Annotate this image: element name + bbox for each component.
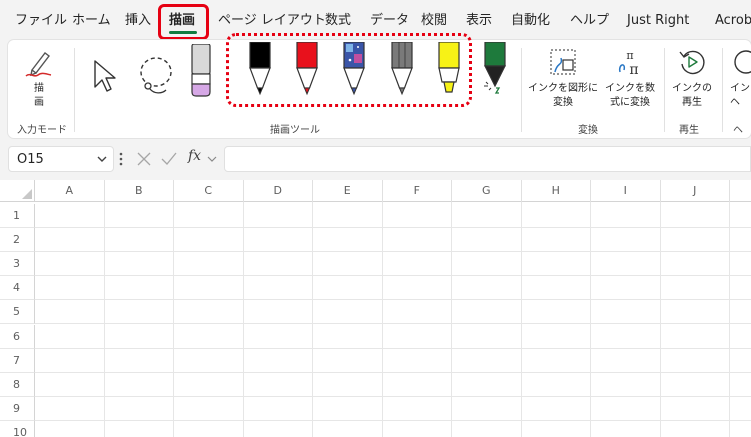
row-gridline <box>35 395 751 397</box>
column-gridline <box>659 202 661 437</box>
tab-review[interactable]: 校閲 <box>421 12 447 30</box>
column-gridline <box>381 202 383 437</box>
select-arrow-icon[interactable] <box>91 58 119 94</box>
column-gridline <box>103 202 105 437</box>
select-all-triangle-icon <box>22 189 32 199</box>
tab-data[interactable]: データ <box>370 12 409 30</box>
row-gridline <box>35 371 751 373</box>
column-header-h[interactable]: H <box>522 180 591 202</box>
column-header-i[interactable]: I <box>591 180 661 202</box>
tab-formulas[interactable]: 数式 <box>325 12 351 30</box>
tab-insert[interactable]: 挿入 <box>125 12 151 30</box>
ink-to-math-button[interactable]: π π インクを数 式に変換 <box>600 44 660 114</box>
tab-just-right[interactable]: Just Right <box>627 12 689 30</box>
tab-acrobat[interactable]: Acrob <box>715 12 751 30</box>
chevron-down-icon[interactable] <box>207 155 217 163</box>
tab-help[interactable]: ヘルプ <box>570 12 609 30</box>
pen-draw-icon <box>25 52 52 77</box>
column-gridline <box>451 202 452 437</box>
green-action-pen-icon[interactable] <box>484 42 506 94</box>
row-gridline <box>35 299 751 301</box>
column-header-e[interactable]: E <box>313 180 383 202</box>
column-gridline <box>729 202 730 437</box>
partial-ink-button[interactable]: イン ヘ <box>726 44 751 114</box>
column-header-c[interactable]: C <box>174 180 244 202</box>
group-separator <box>74 48 75 132</box>
ink-replay-button[interactable]: インクの 再生 <box>668 44 716 114</box>
formula-input[interactable] <box>224 146 751 172</box>
ink-to-shape-icon <box>550 49 576 75</box>
ink-replay-label: インクの 再生 <box>672 83 712 108</box>
svg-text:π: π <box>629 62 638 76</box>
partial-circle-icon <box>734 50 751 74</box>
tab-page-layout[interactable]: ページ レイアウト <box>218 12 326 30</box>
replay-icon <box>679 50 705 75</box>
row-header-3[interactable]: 3 <box>0 252 35 277</box>
eraser-icon[interactable] <box>189 44 213 98</box>
formula-bar-row: O15 fx <box>0 142 751 176</box>
tab-file[interactable]: ファイル <box>15 12 67 30</box>
tab-home[interactable]: ホーム <box>72 12 111 30</box>
group-separator <box>664 48 665 132</box>
group-label-convert: 変換 <box>578 125 598 136</box>
row-gridline <box>35 347 751 349</box>
row-gridline <box>35 227 751 228</box>
lasso-select-icon[interactable] <box>136 54 178 98</box>
group-label-replay: 再生 <box>679 125 699 136</box>
cancel-x-icon[interactable] <box>136 151 152 167</box>
row-gridline <box>35 419 751 421</box>
draw-button-label: 描 画 <box>34 83 44 108</box>
select-all-corner[interactable] <box>0 180 35 202</box>
ink-to-shape-label: インクを図形に 変換 <box>528 83 598 108</box>
column-gridline <box>242 202 244 437</box>
draw-tab-highlight-box <box>158 4 209 40</box>
more-options-icon[interactable] <box>119 152 123 166</box>
row-gridline <box>35 323 751 325</box>
tab-automate[interactable]: 自動化 <box>511 12 550 30</box>
column-header-f[interactable]: F <box>383 180 452 202</box>
draw-button[interactable]: 描 画 <box>16 44 62 114</box>
group-label-input-mode: 入力モード <box>17 125 67 136</box>
row-header-5[interactable]: 5 <box>0 300 35 325</box>
row-header-4[interactable]: 4 <box>0 276 35 301</box>
group-label-partial: ヘ <box>733 125 743 136</box>
column-header-b[interactable]: B <box>105 180 174 202</box>
row-gridline <box>35 275 751 277</box>
name-box[interactable]: O15 <box>8 146 114 172</box>
column-gridline <box>590 202 591 437</box>
row-header-2[interactable]: 2 <box>0 228 35 253</box>
tab-view[interactable]: 表示 <box>466 12 492 30</box>
partial-ink-label: イン ヘ <box>730 83 750 108</box>
column-header-j[interactable]: J <box>661 180 730 202</box>
row-header-10[interactable]: 10 <box>0 420 35 437</box>
ink-to-shape-button[interactable]: インクを図形に 変換 <box>526 44 600 114</box>
column-header-a[interactable]: A <box>35 180 105 202</box>
svg-text:π: π <box>626 49 633 62</box>
row-header-7[interactable]: 7 <box>0 348 35 373</box>
insert-function-button[interactable]: fx <box>188 148 201 164</box>
row-gridline <box>35 251 751 253</box>
row-header-6[interactable]: 6 <box>0 324 35 349</box>
ink-to-math-icon: π π <box>618 49 639 76</box>
chevron-down-icon[interactable] <box>97 155 107 163</box>
name-box-value: O15 <box>17 152 44 167</box>
row-header-1[interactable]: 1 <box>0 204 35 228</box>
column-gridline <box>312 202 313 437</box>
group-separator <box>722 48 723 132</box>
row-header-8[interactable]: 8 <box>0 372 35 397</box>
row-header-9[interactable]: 9 <box>0 396 35 421</box>
column-gridline <box>520 202 522 437</box>
group-separator <box>521 48 522 132</box>
column-header-g[interactable]: G <box>452 180 522 202</box>
spreadsheet-grid: ABCDEFGHIJ 1 2 3 4 5 6 7 8 9 10 <box>0 180 751 437</box>
enter-check-icon[interactable] <box>160 151 178 167</box>
column-header-d[interactable]: D <box>244 180 313 202</box>
group-label-drawing-tools: 描画ツール <box>270 125 320 136</box>
column-gridline <box>173 202 174 437</box>
pens-highlight-box <box>226 33 472 107</box>
ink-to-math-label: インクを数 式に変換 <box>605 83 655 108</box>
